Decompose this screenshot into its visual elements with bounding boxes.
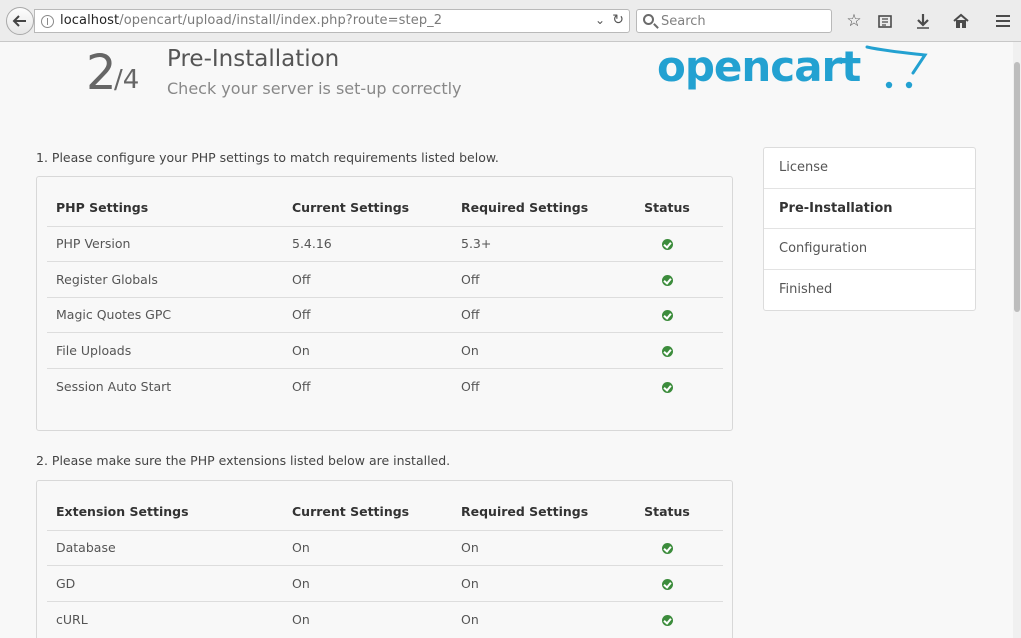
search-icon	[643, 14, 654, 25]
chevron-down-icon[interactable]: ⌄	[595, 13, 605, 27]
header-current: Current Settings	[283, 493, 452, 531]
step-current: 2	[86, 45, 117, 101]
table-row: Magic Quotes GPC Off Off	[47, 297, 723, 333]
check-circle-icon	[661, 239, 673, 251]
home-icon[interactable]	[950, 10, 972, 32]
logo-text: opencart	[657, 43, 861, 91]
check-circle-icon	[661, 543, 673, 555]
header-current: Current Settings	[283, 189, 452, 227]
table-row: File Uploads On On	[47, 332, 723, 369]
step-item-license[interactable]: License	[764, 148, 975, 189]
check-circle-icon	[661, 578, 673, 590]
check-circle-icon	[661, 381, 673, 393]
check-circle-icon	[661, 274, 673, 286]
extension-status	[611, 565, 723, 602]
extension-status	[611, 601, 723, 637]
arrow-left-icon	[12, 15, 26, 27]
extension-current: On	[283, 530, 452, 566]
install-steps-list: License Pre-Installation Configuration F…	[763, 147, 976, 311]
header-required: Required Settings	[452, 493, 611, 531]
setting-name: PHP Version	[47, 226, 283, 262]
table-row: Database On On	[47, 530, 723, 566]
extension-name: GD	[47, 565, 283, 602]
php-settings-panel: PHP Settings Current Settings Required S…	[36, 176, 733, 431]
table-row: GD On On	[47, 565, 723, 602]
step-item-pre-installation[interactable]: Pre-Installation	[764, 189, 975, 229]
reload-icon[interactable]: ↻	[612, 12, 624, 28]
step-item-configuration[interactable]: Configuration	[764, 229, 975, 270]
setting-status	[611, 261, 723, 298]
php-settings-table: PHP Settings Current Settings Required S…	[47, 189, 723, 404]
setting-status	[611, 226, 723, 262]
setting-status	[611, 332, 723, 369]
star-icon[interactable]: ☆	[843, 10, 865, 32]
extension-required: On	[452, 530, 611, 566]
extension-settings-table: Extension Settings Current Settings Requ…	[47, 493, 723, 637]
table-row: Register Globals Off Off	[47, 261, 723, 298]
header-status: Status	[611, 493, 723, 531]
opencart-logo: opencart	[657, 43, 928, 91]
setting-current: On	[283, 332, 452, 369]
step-item-finished[interactable]: Finished	[764, 270, 975, 311]
setting-required: 5.3+	[452, 226, 611, 262]
table-row: PHP Version 5.4.16 5.3+	[47, 226, 723, 262]
setting-status	[611, 368, 723, 404]
setting-required: On	[452, 332, 611, 369]
setting-required: Off	[452, 261, 611, 298]
extension-current: On	[292, 611, 310, 627]
url-path: /opencart/upload/install/index.php?route…	[119, 13, 443, 28]
extension-current: On	[283, 565, 452, 602]
info-icon[interactable]	[41, 15, 54, 28]
table-header-row: PHP Settings Current Settings Required S…	[47, 189, 723, 227]
check-circle-icon	[661, 310, 673, 322]
url-host: localhost	[60, 13, 120, 28]
extension-required: On	[461, 611, 479, 627]
reading-list-icon[interactable]	[874, 10, 896, 32]
setting-required: Off	[452, 297, 611, 333]
extension-required: On	[452, 565, 611, 602]
setting-status	[611, 297, 723, 333]
extension-settings-panel: Extension Settings Current Settings Requ…	[36, 480, 733, 638]
setting-name: Session Auto Start	[56, 378, 172, 394]
step-total: /4	[114, 65, 140, 95]
scroll-thumb[interactable]	[1014, 62, 1020, 312]
url-text[interactable]: localhost/opencart/upload/install/index.…	[60, 13, 442, 28]
ext-section-label: 2. Please make sure the PHP extensions l…	[36, 453, 451, 468]
table-row: Session Auto Start Off Off	[47, 368, 723, 404]
setting-required: Off	[461, 378, 480, 394]
check-circle-icon	[661, 614, 673, 626]
php-section-label: 1. Please configure your PHP settings to…	[36, 150, 499, 165]
setting-current: Off	[292, 378, 311, 394]
setting-name: Magic Quotes GPC	[47, 297, 283, 333]
header-required: Required Settings	[452, 189, 611, 227]
page-subtitle: Check your server is set-up correctly	[167, 79, 462, 98]
page-scrollbar[interactable]	[1013, 42, 1021, 638]
check-circle-icon	[661, 345, 673, 357]
browser-toolbar: localhost/opencart/upload/install/index.…	[0, 0, 1021, 42]
back-button[interactable]	[6, 7, 34, 35]
setting-current: Off	[283, 297, 452, 333]
url-bar[interactable]: localhost/opencart/upload/install/index.…	[34, 9, 630, 33]
menu-icon[interactable]	[992, 10, 1014, 32]
table-header-row: Extension Settings Current Settings Requ…	[47, 493, 723, 531]
header-name: PHP Settings	[47, 189, 283, 227]
header-name: Extension Settings	[47, 493, 283, 531]
setting-name: Register Globals	[47, 261, 283, 298]
setting-name: File Uploads	[47, 332, 283, 369]
table-row: cURL On On	[47, 601, 723, 637]
extension-status	[611, 530, 723, 566]
search-placeholder: Search	[661, 14, 706, 29]
page-title: Pre-Installation	[167, 46, 340, 72]
search-input[interactable]: Search	[636, 9, 832, 33]
setting-current: Off	[283, 261, 452, 298]
download-icon[interactable]	[912, 10, 934, 32]
extension-name: Database	[47, 530, 283, 566]
setting-current: 5.4.16	[283, 226, 452, 262]
header-status: Status	[611, 189, 723, 227]
extension-name: cURL	[56, 611, 88, 627]
